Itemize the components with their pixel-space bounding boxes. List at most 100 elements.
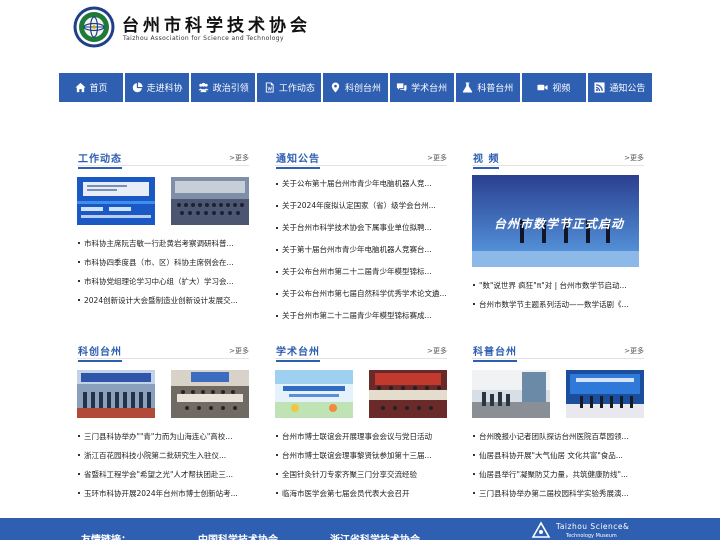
news-thumbnail-group-photo[interactable]	[171, 177, 249, 225]
document-icon	[265, 82, 274, 93]
more-link[interactable]: >更多	[624, 153, 644, 163]
friend-link-zjkx[interactable]: 浙江省科学技术协会	[330, 531, 420, 540]
friend-link-cast[interactable]: 中国科学技术协会	[198, 531, 278, 540]
list-item[interactable]: 关于公布台州市第二十二届青少年模型锦标...	[275, 261, 447, 283]
nav-label: 首页	[89, 84, 108, 94]
list-item[interactable]: 关于2024年度拟认定国家（省）级学会台州...	[275, 195, 447, 217]
list-item[interactable]: 关于台州市科学技术协会下属事业单位拟聘...	[275, 217, 447, 239]
museum-name-line2: Technology Museum	[566, 533, 617, 539]
rss-icon	[594, 82, 605, 93]
nav-item-academic[interactable]: 学术台州	[389, 73, 454, 102]
news-thumbnail-poster[interactable]	[275, 370, 353, 418]
list-item[interactable]: 2024创新设计大会暨制造业创新设计发展交...	[77, 291, 249, 310]
list-item[interactable]: 玉环市科协开展2024年台州市博士创新站考...	[77, 484, 249, 503]
pie-chart-icon	[132, 82, 143, 93]
list-item[interactable]: 市科协主席阮吉敏一行赴黄岩考察调研科普...	[77, 234, 249, 253]
nav-item-about[interactable]: 走进科协	[125, 73, 190, 102]
list-item[interactable]: 全国针灸针刀专家齐聚三门分享交流经验	[275, 465, 447, 484]
list-item[interactable]: 关于第十届台州市青少年电脑机器人竞赛台...	[275, 239, 447, 261]
section-popsci: 科普台州 >更多 台州晚报小记者团队探访台州医院百草园领... 仙居县科协开展"…	[472, 343, 644, 503]
section-header: 科创台州 >更多	[77, 343, 249, 362]
nav-item-notice[interactable]: 通知公告	[587, 73, 652, 102]
site-footer: 友情链接： 中国科学技术协会 浙江省科学技术协会 Taizhou Science…	[0, 518, 720, 540]
list-item[interactable]: 仙居县科协开展"大气仙居 文化共富"食品...	[472, 446, 644, 465]
museum-name-line1: Taizhou Science&	[556, 522, 630, 531]
section-work: 工作动态 >更多 市科协主席阮吉敏一行赴黄岩考察调研科普... 市科协四季度县（	[77, 150, 249, 310]
section-title: 学术台州	[276, 343, 320, 362]
list-item[interactable]: 台州晚报小记者团队探访台州医院百草园领...	[472, 427, 644, 446]
nav-item-work[interactable]: 工作动态	[257, 73, 322, 102]
video-camera-icon	[537, 84, 548, 91]
nav-item-innovation[interactable]: 科创台州	[323, 73, 388, 102]
more-link[interactable]: >更多	[229, 153, 249, 163]
news-list: 台州市博士联谊会开展理事会会议与党日活动 台州市博士联谊会理事黎贤钛参加第十三届…	[275, 427, 447, 503]
more-link[interactable]: >更多	[427, 346, 447, 356]
flask-icon	[463, 82, 473, 93]
list-item[interactable]: 关于公布台州市第七届自然科学优秀学术论文遴...	[275, 283, 447, 305]
news-thumbnail-stage-event[interactable]	[566, 370, 644, 418]
friend-links-label: 友情链接：	[81, 531, 131, 540]
list-item[interactable]: 关于公布第十届台州市青少年电脑机器人竞...	[275, 173, 447, 195]
nav-item-video[interactable]: 视频	[521, 73, 586, 102]
news-thumbnail-group-banner[interactable]	[77, 370, 155, 418]
section-video: 视 频 >更多 台州市数学节正式启动 "数"说世界 疯狂"π"对 | 台州市数学…	[472, 150, 644, 314]
section-title: 科创台州	[78, 343, 122, 362]
more-link[interactable]: >更多	[624, 346, 644, 356]
list-item[interactable]: "数"说世界 疯狂"π"对 | 台州市数学节启动...	[472, 276, 644, 295]
section-title: 工作动态	[78, 150, 122, 169]
news-list: 市科协主席阮吉敏一行赴黄岩考察调研科普... 市科协四季度县（市、区）科协主席例…	[77, 234, 249, 310]
more-link[interactable]: >更多	[427, 153, 447, 163]
notice-list: 关于公布第十届台州市青少年电脑机器人竞... 关于2024年度拟认定国家（省）级…	[275, 173, 447, 327]
news-thumbnail-hospital-visit[interactable]	[472, 370, 550, 418]
nav-label: 科创台州	[344, 84, 381, 94]
list-item[interactable]: 三门县科协举办第二届校园科学实验秀展演...	[472, 484, 644, 503]
site-title-en: Taizhou Association for Science and Tech…	[123, 35, 284, 42]
nav-label: 走进科协	[146, 84, 183, 94]
nav-label: 学术台州	[411, 84, 448, 94]
nav-item-politics[interactable]: 政治引领	[191, 73, 256, 102]
list-item[interactable]: 三门县科协举办""青"力而为山海连心"高校...	[77, 427, 249, 446]
location-pin-icon	[331, 82, 340, 93]
list-item[interactable]: 台州市博士联谊会开展理事会会议与党日活动	[275, 427, 447, 446]
section-header: 工作动态 >更多	[77, 150, 249, 169]
list-item[interactable]: 省暨科工程学会"希望之光"人才帮扶团赴三...	[77, 465, 249, 484]
list-item[interactable]: 仙居县举行"凝聚防艾力量，共筑健康防线"...	[472, 465, 644, 484]
section-academic: 学术台州 >更多 台州市博士联谊会开展理事会会议与党日活动 台州市博士联谊会理事…	[275, 343, 447, 503]
home-icon	[75, 82, 86, 93]
list-item[interactable]: 台州市数学节主题系列活动——数学话剧《...	[472, 295, 644, 314]
chat-icon	[397, 83, 407, 92]
museum-logo-icon[interactable]	[530, 521, 552, 539]
news-thumbnail-conference[interactable]	[369, 370, 447, 418]
video-banner-text: 台州市数学节正式启动	[494, 217, 625, 231]
section-title: 通知公告	[276, 150, 320, 169]
more-link[interactable]: >更多	[229, 346, 249, 356]
nav-label: 工作动态	[278, 84, 315, 94]
section-header: 视 频 >更多	[472, 150, 644, 169]
people-icon	[198, 82, 209, 93]
list-item[interactable]: 台州市博士联谊会理事黎贤钛参加第十三届...	[275, 446, 447, 465]
list-item[interactable]: 浙江百花园科技小院第二批研究生入驻仪...	[77, 446, 249, 465]
section-header: 通知公告 >更多	[275, 150, 447, 169]
section-innovation: 科创台州 >更多 三门县科协举办""青"力而为山海连心"高校... 浙江百花园科…	[77, 343, 249, 503]
site-header: 台州市科学技术协会 Taizhou Association for Scienc…	[0, 0, 720, 62]
list-item[interactable]: 市科协四季度县（市、区）科协主席例会在...	[77, 253, 249, 272]
cast-emblem-icon[interactable]	[73, 6, 115, 48]
news-thumbnail-meeting-room[interactable]	[171, 370, 249, 418]
list-item[interactable]: 市科协党组理论学习中心组（扩大）学习会...	[77, 272, 249, 291]
list-item[interactable]: 临海市医学会第七届会员代表大会召开	[275, 484, 447, 503]
nav-item-home[interactable]: 首页	[59, 73, 124, 102]
section-header: 科普台州 >更多	[472, 343, 644, 362]
section-title: 视 频	[473, 150, 500, 169]
site-title-cn: 台州市科学技术协会	[122, 16, 311, 36]
news-list: 台州晚报小记者团队探访台州医院百草园领... 仙居县科协开展"大气仙居 文化共富…	[472, 427, 644, 503]
nav-label: 科普台州	[477, 84, 514, 94]
news-thumbnail-design-conference[interactable]	[77, 177, 155, 225]
video-thumbnail[interactable]: 台州市数学节正式启动	[472, 175, 639, 267]
nav-label: 视频	[552, 84, 571, 94]
nav-item-popsci[interactable]: 科普台州	[455, 73, 520, 102]
main-nav: 首页 走进科协 政治引领 工作动态 科创台州 学术台州 科普台州 视频 通知公告	[59, 73, 652, 102]
list-item[interactable]: 关于台州市第二十二届青少年模型锦标赛成...	[275, 305, 447, 327]
section-notice: 通知公告 >更多 关于公布第十届台州市青少年电脑机器人竞... 关于2024年度…	[275, 150, 447, 327]
section-title: 科普台州	[473, 343, 517, 362]
news-list: 三门县科协举办""青"力而为山海连心"高校... 浙江百花园科技小院第二批研究生…	[77, 427, 249, 503]
